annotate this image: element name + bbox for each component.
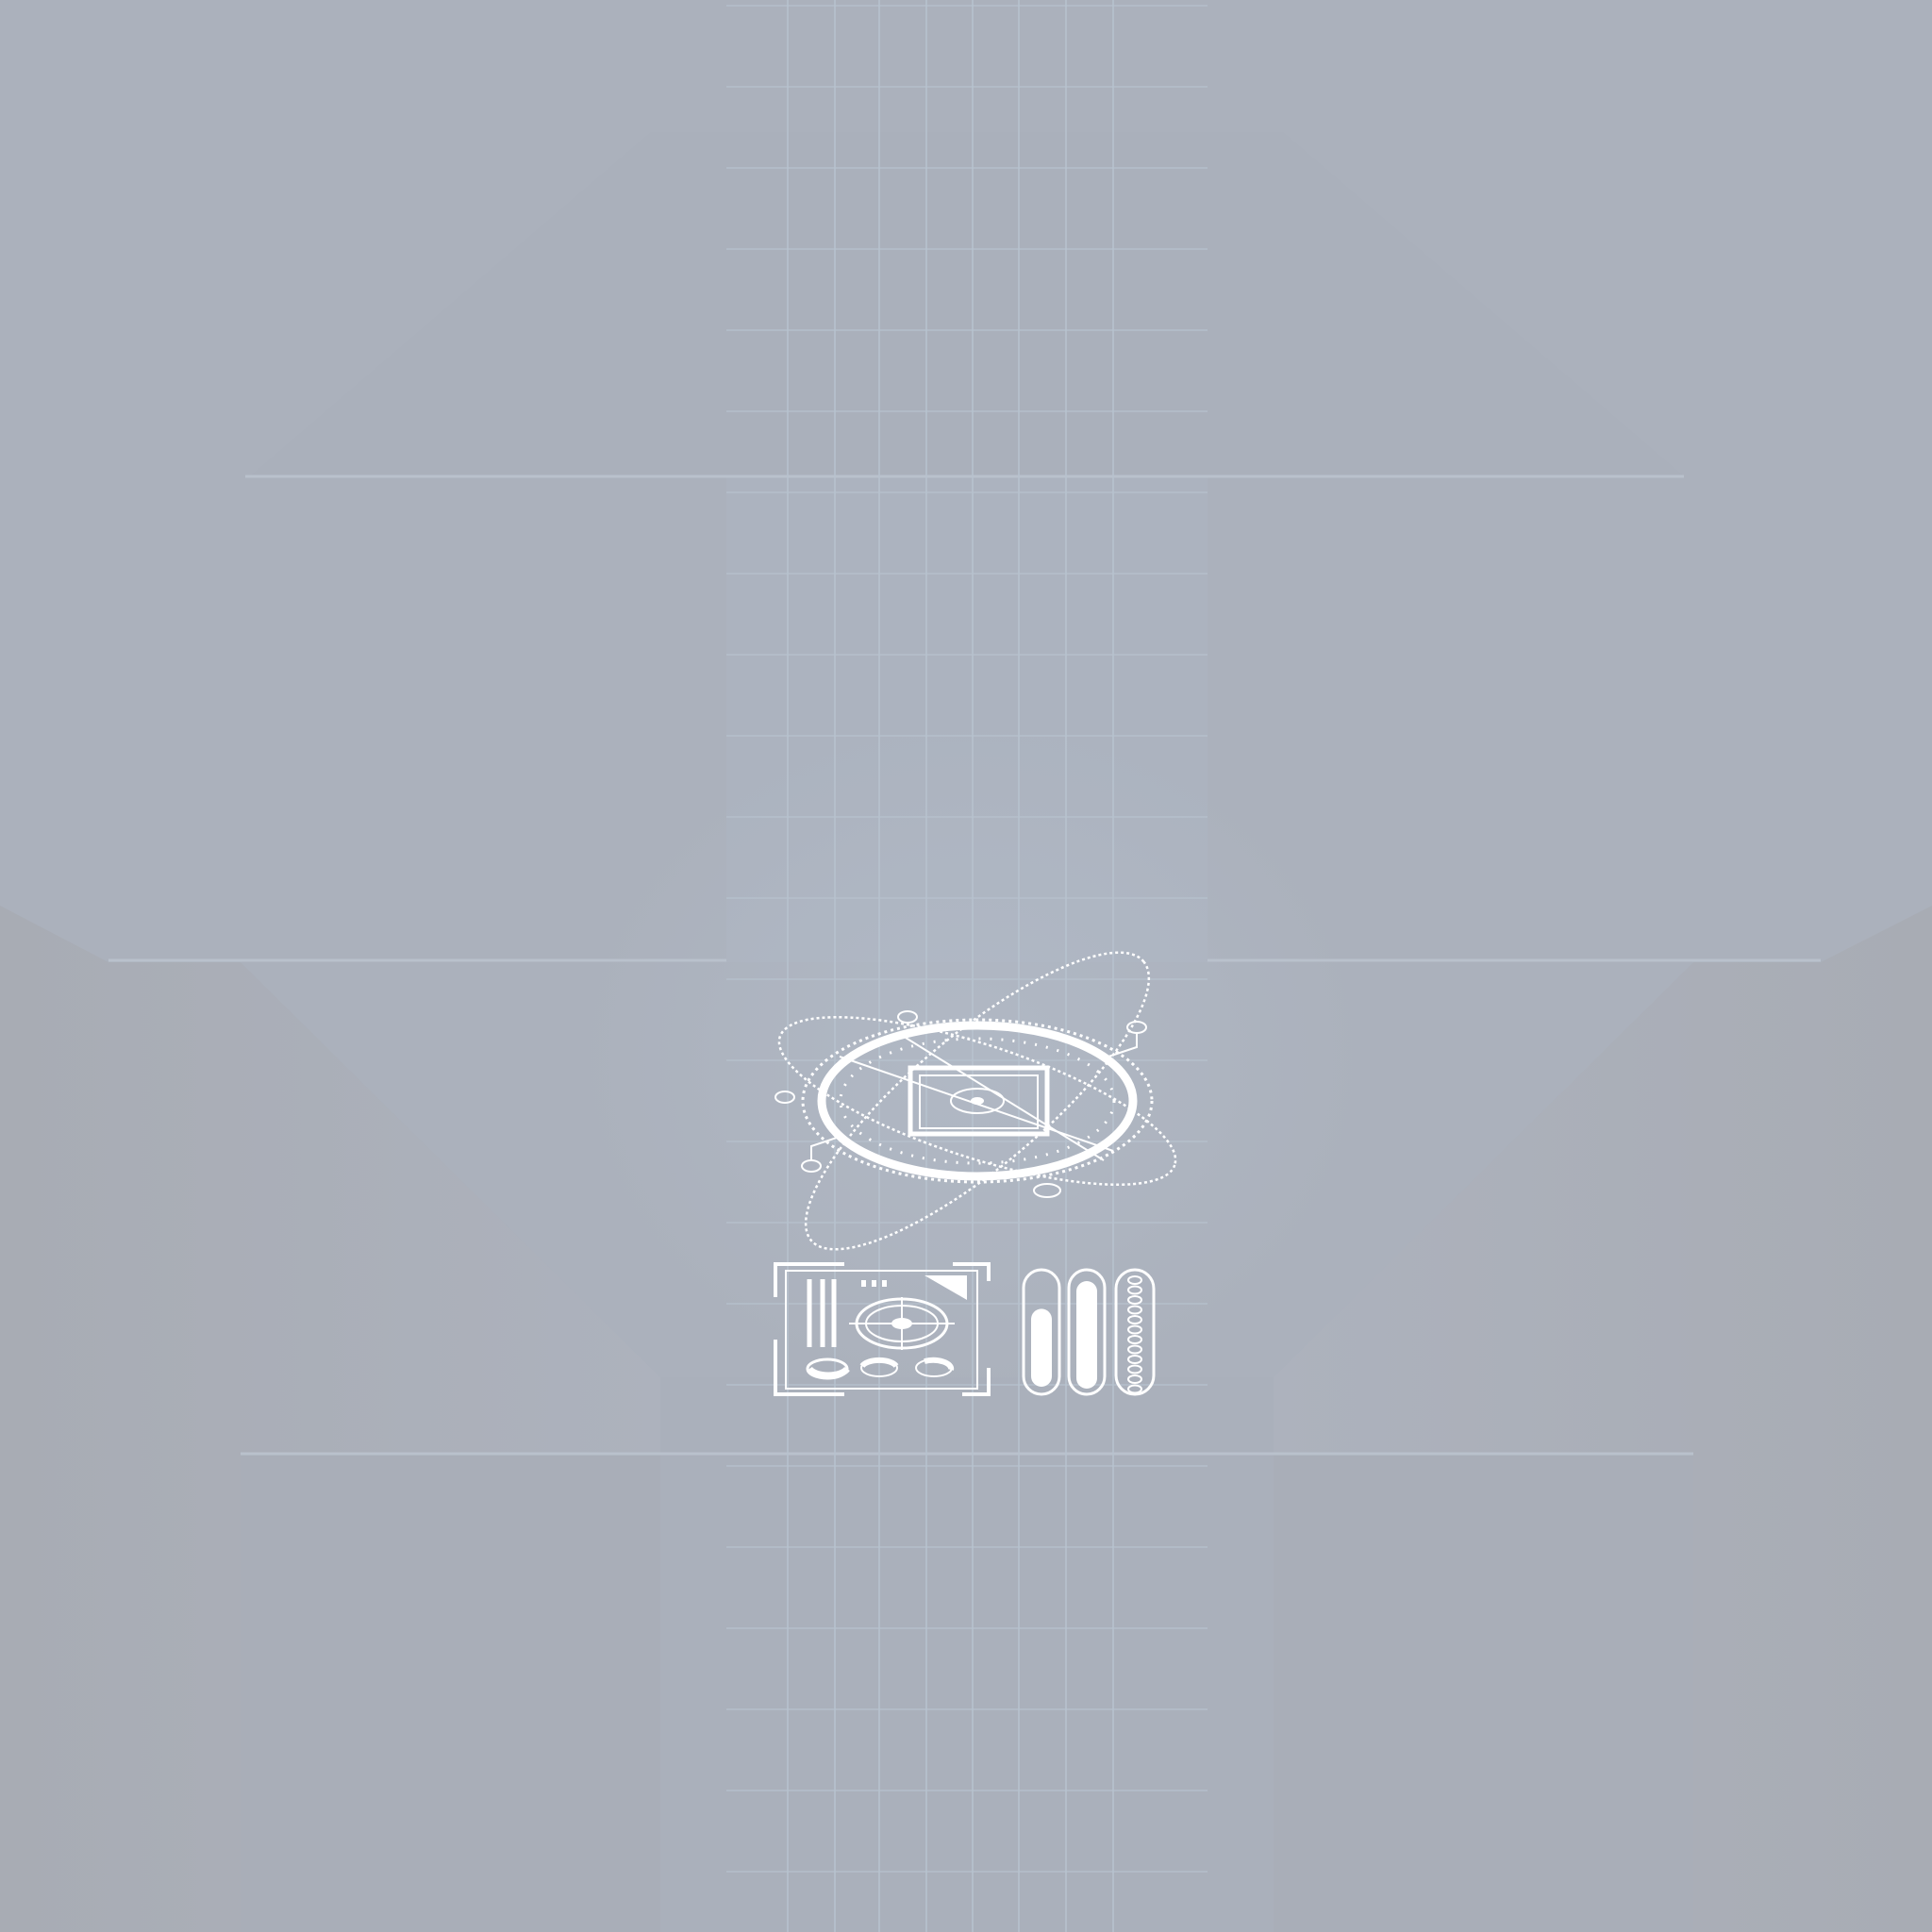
gauge-segment (1127, 1374, 1142, 1384)
gauge-segment (1127, 1285, 1142, 1295)
gauge-segment (1127, 1355, 1142, 1364)
gauge-segment (1127, 1344, 1142, 1355)
crosshair-panel-icon (774, 1262, 991, 1396)
hud-layer (774, 951, 1177, 1396)
capsule-gauge-icon (1022, 1268, 1156, 1396)
gauge-segment (1127, 1305, 1142, 1315)
gauge-segment (1127, 1384, 1142, 1394)
gauge-segment (1127, 1295, 1142, 1305)
gauge-segment (1127, 1324, 1142, 1335)
gauge-segment (1127, 1315, 1142, 1324)
gauge-segment (1127, 1364, 1142, 1374)
gauge-1-fill (1031, 1308, 1052, 1387)
atom-reticle-icon (774, 951, 1177, 1251)
gauge-segment (1127, 1275, 1142, 1285)
gauge-segment (1127, 1335, 1142, 1344)
hud-scene (0, 0, 1932, 1932)
gauge-2-fill (1076, 1281, 1097, 1389)
gauge-3-segments (1127, 1275, 1142, 1394)
